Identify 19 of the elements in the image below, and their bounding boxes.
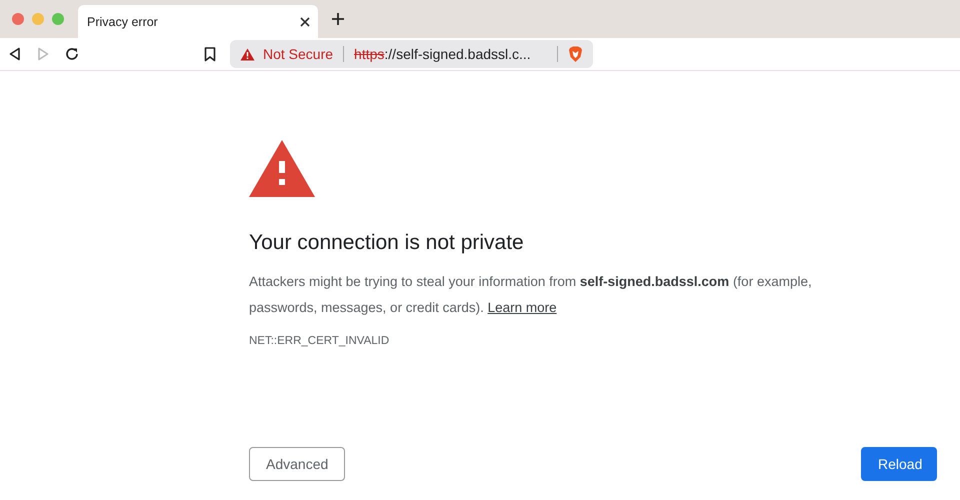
reload-button[interactable]: Reload bbox=[861, 447, 937, 481]
browser-tab[interactable]: Privacy error bbox=[78, 5, 318, 38]
new-tab-icon[interactable] bbox=[332, 13, 344, 25]
url-text: ://self-signed.badssl.c... bbox=[384, 46, 531, 62]
back-icon[interactable] bbox=[8, 47, 22, 61]
security-label[interactable]: Not Secure bbox=[263, 46, 334, 62]
warning-icon bbox=[249, 140, 315, 197]
address-bar[interactable]: Not Secure https://self-signed.badssl.c... bbox=[230, 40, 593, 68]
url-scheme: https bbox=[354, 46, 384, 62]
close-tab-icon[interactable] bbox=[300, 16, 310, 26]
shield-icon[interactable] bbox=[568, 46, 583, 62]
error-code: NET::ERR_CERT_INVALID bbox=[249, 335, 390, 347]
bookmark-icon[interactable] bbox=[204, 46, 216, 62]
warning-icon bbox=[240, 48, 255, 60]
learn-more-link[interactable]: Learn more bbox=[488, 300, 557, 315]
advanced-button[interactable]: Advanced bbox=[249, 447, 345, 481]
error-heading: Your connection is not private bbox=[249, 231, 524, 255]
reload-icon[interactable] bbox=[64, 46, 80, 62]
error-message: Attackers might be trying to steal your information from self-signed.badssl.com (for example, passwords, messages, or credit cards). Learn more bbox=[249, 273, 813, 317]
